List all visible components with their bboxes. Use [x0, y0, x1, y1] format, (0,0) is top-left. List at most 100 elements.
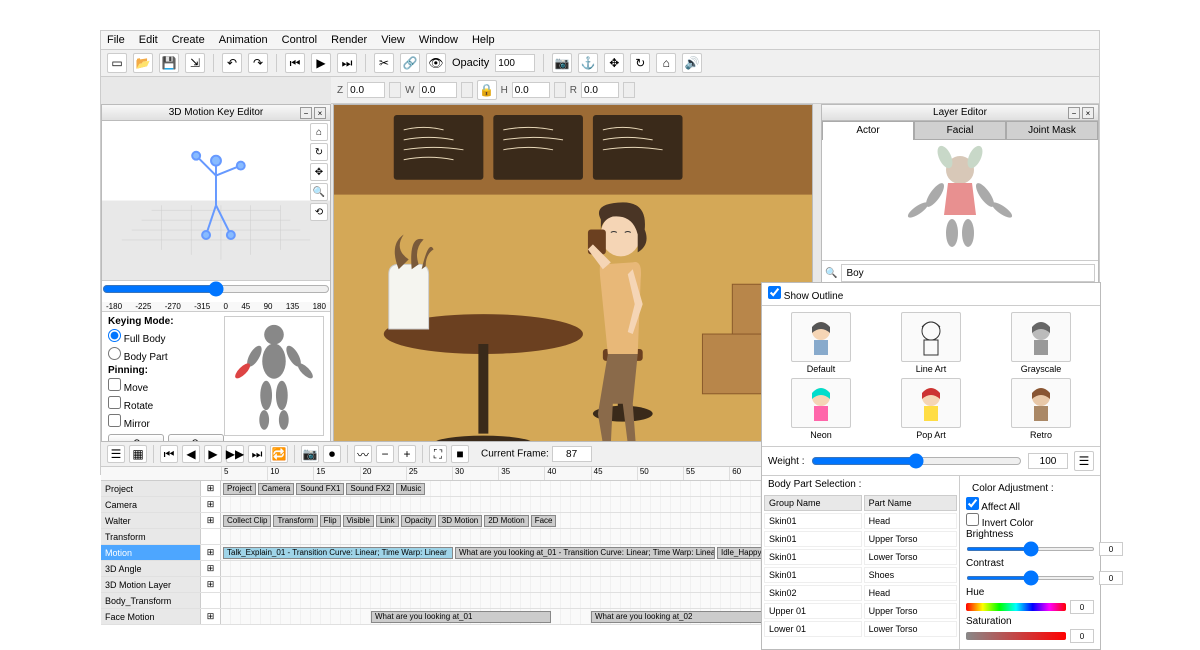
link-icon[interactable]: 🔗: [400, 53, 420, 73]
undo-icon[interactable]: ↶: [222, 53, 242, 73]
menu-window[interactable]: Window: [419, 34, 458, 46]
track-motion[interactable]: Motion: [101, 545, 201, 560]
tl-start-icon[interactable]: ⏮: [160, 445, 178, 463]
weight-slider[interactable]: [811, 453, 1023, 469]
tab-facial[interactable]: Facial: [914, 121, 1006, 140]
r-input[interactable]: [581, 82, 619, 98]
clip[interactable]: 3D Motion: [438, 515, 482, 527]
track-walter[interactable]: Walter: [101, 513, 201, 528]
clip[interactable]: Transform: [273, 515, 317, 527]
new-icon[interactable]: ▭: [107, 53, 127, 73]
tl-next-icon[interactable]: ▶▶: [226, 445, 244, 463]
reset-view-icon[interactable]: ⟲: [310, 203, 328, 221]
rotate-check[interactable]: Rotate: [108, 396, 224, 412]
saturation-slider[interactable]: [966, 632, 1066, 640]
clip[interactable]: Face: [531, 515, 557, 527]
play-end-icon[interactable]: ⏭: [337, 53, 357, 73]
tl-zoomin-icon[interactable]: +: [398, 445, 416, 463]
move-check[interactable]: Move: [108, 378, 224, 394]
affect-all-check[interactable]: Affect All: [966, 502, 1020, 513]
clip[interactable]: Flip: [320, 515, 341, 527]
table-row[interactable]: Skin01Head: [764, 513, 957, 529]
export-icon[interactable]: ⇲: [185, 53, 205, 73]
viewport-3d[interactable]: ⌂ ↻ ✥ 🔍 ⟲: [102, 121, 330, 281]
list-icon[interactable]: ☰: [107, 445, 125, 463]
redo-icon[interactable]: ↷: [248, 53, 268, 73]
tl-play-icon[interactable]: ▶: [204, 445, 222, 463]
brightness-value[interactable]: [1099, 542, 1123, 556]
clip[interactable]: What are you looking at_01 - Transition …: [455, 547, 715, 559]
table-row[interactable]: Skin02Head: [764, 585, 957, 601]
tl-loop-icon[interactable]: 🔁: [270, 445, 288, 463]
track-3d-angle[interactable]: 3D Angle: [101, 561, 201, 576]
style-thumb-neon[interactable]: [791, 378, 851, 428]
track-transform[interactable]: Transform: [101, 529, 201, 544]
show-outline-check[interactable]: Show Outline: [768, 291, 843, 302]
clip[interactable]: Sound FX1: [296, 483, 344, 495]
menu-control[interactable]: Control: [282, 34, 317, 46]
h-input[interactable]: [512, 82, 550, 98]
tl-record-icon[interactable]: ⏺: [323, 445, 341, 463]
rotate-icon[interactable]: ↻: [630, 53, 650, 73]
track-body-transform[interactable]: Body_Transform: [101, 593, 201, 608]
clip[interactable]: Collect Clip: [223, 515, 271, 527]
clip[interactable]: What are you looking at_01: [371, 611, 551, 623]
rotate-view-icon[interactable]: ↻: [310, 143, 328, 161]
contrast-slider[interactable]: [966, 576, 1095, 580]
clip[interactable]: Talk_Explain_01 - Transition Curve: Line…: [223, 547, 453, 559]
home-view-icon[interactable]: ⌂: [310, 123, 328, 141]
panel-close-icon[interactable]: ×: [314, 107, 326, 119]
lock-icon[interactable]: 🔒: [477, 80, 497, 100]
col-group[interactable]: Group Name: [764, 495, 862, 511]
track-camera[interactable]: Camera: [101, 497, 201, 512]
clip[interactable]: Link: [376, 515, 399, 527]
table-row[interactable]: Skin01Lower Torso: [764, 549, 957, 565]
sound-icon[interactable]: 🔊: [682, 53, 702, 73]
zoom-view-icon[interactable]: 🔍: [310, 183, 328, 201]
style-thumb-retro[interactable]: [1011, 378, 1071, 428]
open-icon[interactable]: 📂: [133, 53, 153, 73]
filter-icon[interactable]: ▦: [129, 445, 147, 463]
saturation-value[interactable]: [1070, 629, 1094, 643]
canvas[interactable]: [333, 104, 813, 474]
table-row[interactable]: Lower 01Lower Torso: [764, 621, 957, 637]
tl-camera-icon[interactable]: 📷: [301, 445, 319, 463]
play-start-icon[interactable]: ⏮: [285, 53, 305, 73]
search-input[interactable]: [841, 264, 1095, 282]
w-input[interactable]: [419, 82, 457, 98]
menu-render[interactable]: Render: [331, 34, 367, 46]
style-thumb-popart[interactable]: [901, 378, 961, 428]
menu-view[interactable]: View: [381, 34, 405, 46]
clip[interactable]: Camera: [258, 483, 294, 495]
angle-slider[interactable]: [102, 281, 330, 297]
track-project[interactable]: Project: [101, 481, 201, 496]
tl-end-icon[interactable]: ⏭: [248, 445, 266, 463]
track-3d-motion-layer[interactable]: 3D Motion Layer: [101, 577, 201, 592]
puppet-view[interactable]: [224, 316, 324, 436]
opacity-input[interactable]: [495, 54, 535, 72]
tab-joint-mask[interactable]: Joint Mask: [1006, 121, 1098, 140]
current-frame-input[interactable]: [552, 446, 592, 462]
layer-mannequin[interactable]: [822, 140, 1098, 260]
pan-view-icon[interactable]: ✥: [310, 163, 328, 181]
tl-stop-icon[interactable]: ■: [451, 445, 469, 463]
camera-icon[interactable]: 📷: [552, 53, 572, 73]
z-input[interactable]: [347, 82, 385, 98]
clip[interactable]: What are you looking at_02: [591, 611, 771, 623]
tl-curve-icon[interactable]: 〰: [354, 445, 372, 463]
anchor-icon[interactable]: ⚓: [578, 53, 598, 73]
menu-create[interactable]: Create: [172, 34, 205, 46]
menu-help[interactable]: Help: [472, 34, 495, 46]
track-face-motion[interactable]: Face Motion: [101, 609, 201, 624]
mirror-check[interactable]: Mirror: [108, 414, 224, 430]
panel-close-icon[interactable]: ×: [1082, 107, 1094, 119]
home-icon[interactable]: ⌂: [656, 53, 676, 73]
hue-value[interactable]: [1070, 600, 1094, 614]
cut-icon[interactable]: ✂: [374, 53, 394, 73]
contrast-value[interactable]: [1099, 571, 1123, 585]
menu-file[interactable]: File: [107, 34, 125, 46]
tl-fit-icon[interactable]: ⛶: [429, 445, 447, 463]
invert-check[interactable]: Invert Color: [966, 518, 1033, 529]
menu-edit[interactable]: Edit: [139, 34, 158, 46]
clip[interactable]: Opacity: [401, 515, 436, 527]
